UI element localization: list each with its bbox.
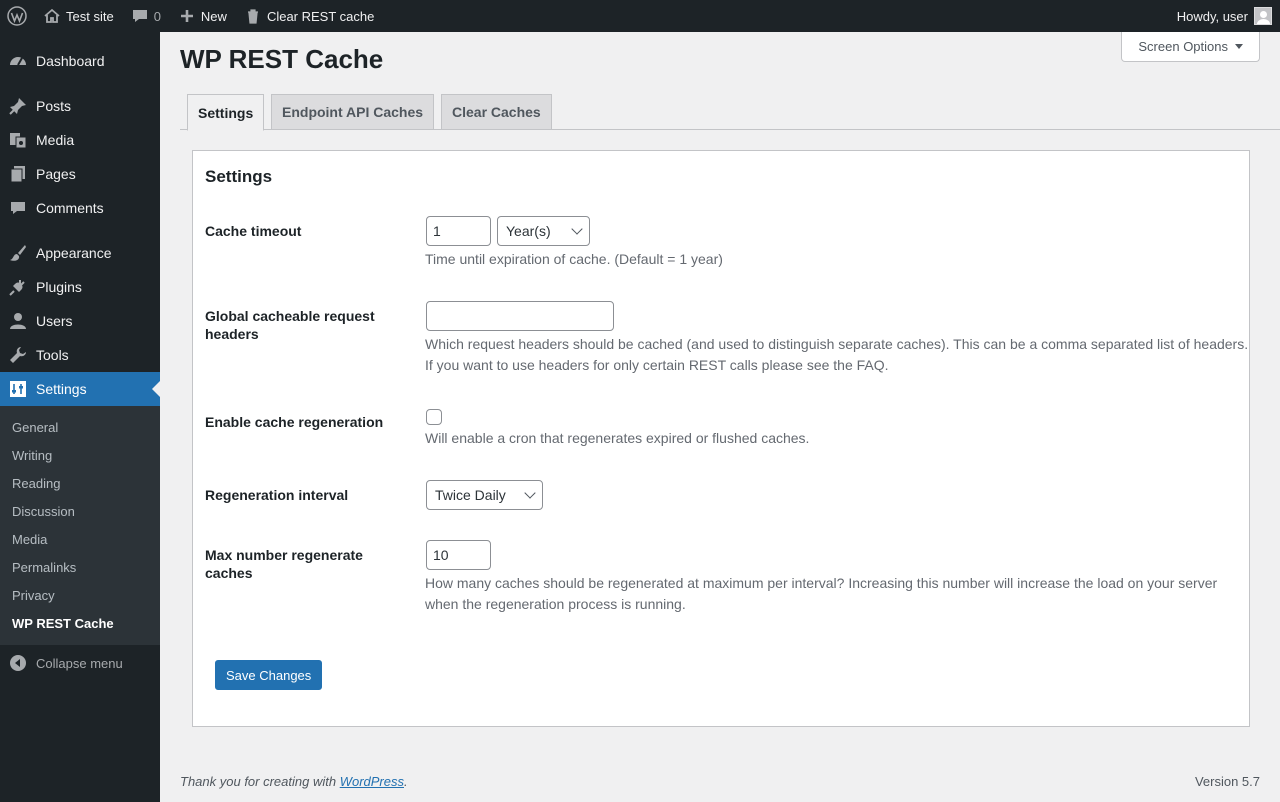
max-regenerate-description-1: How many caches should be regenerated at… [425, 575, 1218, 591]
global-headers-description-1: Which request headers should be cached (… [425, 336, 1249, 352]
submenu-item-permalinks[interactable]: Permalinks [0, 553, 160, 581]
media-icon [0, 131, 36, 149]
trash-icon [243, 6, 263, 26]
wordpress-logo-icon[interactable] [0, 0, 34, 32]
interval-label: Regeneration interval [205, 487, 349, 503]
collapse-menu-button[interactable]: Collapse menu [0, 646, 160, 680]
clear-rest-cache-link[interactable]: Clear REST cache [235, 0, 382, 32]
regeneration-description: Will enable a cron that regenerates expi… [425, 430, 810, 446]
site-name: Test site [66, 8, 114, 24]
site-name-link[interactable]: Test site [34, 0, 122, 32]
sliders-icon [0, 380, 36, 398]
collapse-menu-label: Collapse menu [36, 655, 123, 671]
comment-icon [0, 199, 36, 217]
admin-bar: Test site 0 New Clear REST cache Howdy, … [0, 0, 1280, 32]
howdy-text: Howdy, user [1176, 8, 1248, 24]
pages-icon [0, 165, 36, 183]
home-icon [42, 6, 62, 26]
sidebar-item-plugins[interactable]: Plugins [0, 270, 160, 304]
global-headers-input[interactable] [426, 301, 614, 331]
panel-title: Settings [205, 167, 273, 186]
caret-down-icon [1235, 44, 1243, 49]
cache-timeout-unit-select[interactable]: Year(s) [497, 216, 590, 246]
comment-icon [130, 6, 150, 26]
my-account-link[interactable]: Howdy, user [1169, 0, 1280, 32]
screen-options-button[interactable]: Screen Options [1121, 32, 1260, 62]
submenu-item-wp-rest-cache[interactable]: WP REST Cache [0, 609, 160, 637]
sidebar-item-tools[interactable]: Tools [0, 338, 160, 372]
chevron-down-icon [524, 487, 536, 499]
sidebar-item-settings[interactable]: Settings [0, 372, 160, 406]
chevron-down-icon [571, 223, 583, 235]
interval-select[interactable]: Twice Daily [426, 480, 543, 510]
cache-timeout-description: Time until expiration of cache. (Default… [425, 251, 723, 267]
sidebar-item-pages[interactable]: Pages [0, 157, 160, 191]
tab-clear-caches[interactable]: Clear Caches [441, 94, 552, 130]
regeneration-checkbox[interactable] [426, 409, 442, 425]
submenu-item-writing[interactable]: Writing [0, 441, 160, 469]
regeneration-label: Enable cache regeneration [205, 414, 384, 430]
cache-timeout-label: Cache timeout [205, 223, 302, 239]
max-regenerate-label: Max number regenerate caches [205, 547, 363, 581]
save-changes-button[interactable]: Save Changes [215, 660, 323, 690]
clear-rest-cache-label: Clear REST cache [266, 8, 375, 24]
new-content-link[interactable]: New [169, 0, 235, 32]
dashboard-icon [0, 52, 36, 70]
settings-panel: Settings Cache timeout 1 Year(s) Time un… [192, 150, 1250, 727]
settings-submenu: General Writing Reading Discussion Media… [0, 406, 160, 645]
sidebar-item-posts[interactable]: Posts [0, 89, 160, 123]
comments-count: 0 [153, 8, 161, 24]
sidebar-item-media[interactable]: Media [0, 123, 160, 157]
submenu-item-general[interactable]: General [0, 413, 160, 441]
footer-thanks: Thank you for creating with WordPress. [180, 774, 408, 789]
global-headers-description-2: If you want to use headers for only cert… [425, 357, 889, 373]
avatar [1254, 7, 1272, 25]
submenu-item-discussion[interactable]: Discussion [0, 497, 160, 525]
main-content: Screen Options WP REST Cache Settings En… [160, 32, 1280, 802]
wrench-icon [0, 346, 36, 364]
collapse-arrow-icon [0, 654, 36, 672]
global-headers-label: Global cacheable request headers [205, 308, 375, 342]
new-label: New [200, 8, 227, 24]
sidebar-item-dashboard[interactable]: Dashboard [0, 44, 160, 78]
max-regenerate-input[interactable]: 10 [426, 540, 491, 570]
pin-icon [0, 97, 36, 115]
submenu-item-media[interactable]: Media [0, 525, 160, 553]
submenu-item-privacy[interactable]: Privacy [0, 581, 160, 609]
plus-icon [177, 6, 197, 26]
sidebar-item-appearance[interactable]: Appearance [0, 236, 160, 270]
admin-sidebar: Dashboard Posts Media Pages Comments App… [0, 32, 160, 802]
page-title: WP REST Cache [180, 44, 384, 74]
sidebar-item-users[interactable]: Users [0, 304, 160, 338]
user-icon [0, 312, 36, 330]
max-regenerate-description-2: when the regeneration process is running… [425, 596, 686, 612]
sidebar-item-comments[interactable]: Comments [0, 191, 160, 225]
comments-link[interactable]: 0 [122, 0, 169, 32]
plug-icon [0, 278, 36, 296]
tab-settings[interactable]: Settings [187, 94, 265, 131]
wordpress-link[interactable]: WordPress [340, 774, 404, 789]
tab-endpoint-api-caches[interactable]: Endpoint API Caches [271, 94, 435, 130]
footer-version: Version 5.7 [1194, 774, 1260, 789]
cache-timeout-input[interactable]: 1 [426, 216, 491, 246]
tab-bar: Settings Endpoint API Caches Clear Cache… [180, 94, 1280, 131]
submenu-item-reading[interactable]: Reading [0, 469, 160, 497]
brush-icon [0, 244, 36, 262]
